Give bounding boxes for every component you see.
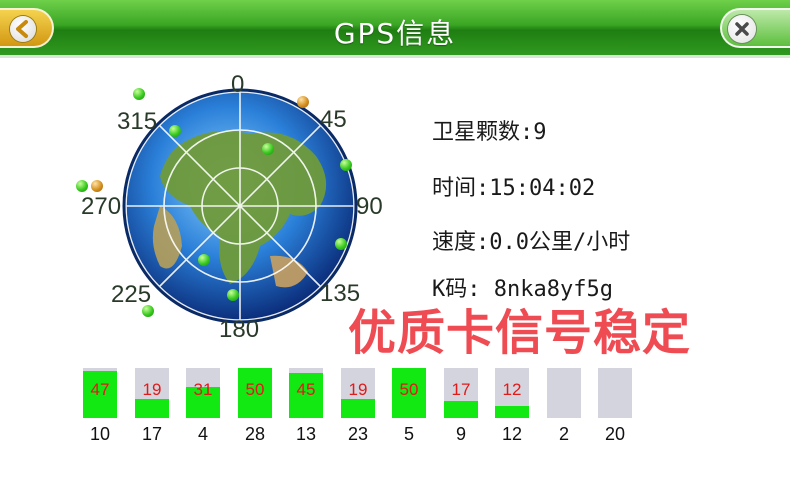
- watermark-text: 优质卡信号稳定: [348, 305, 692, 361]
- satellite-marker: [262, 143, 274, 155]
- satellite-id-label: 20: [604, 424, 626, 444]
- signal-bar-fill: [495, 406, 529, 418]
- compass-label-90: 90: [356, 193, 383, 220]
- signal-bar-value: 17: [451, 380, 471, 399]
- satellite-marker: [297, 96, 309, 108]
- signal-bar-20: [598, 368, 632, 418]
- satellite-marker: [227, 289, 239, 301]
- satellite-id-label: 12: [501, 424, 523, 444]
- gps-speed: 速度:0.0公里/小时: [432, 230, 631, 255]
- signal-bar-value: 50: [245, 380, 265, 399]
- satellite-id-label: 5: [403, 424, 414, 444]
- compass-label-0: 0: [231, 71, 245, 98]
- satellite-id-label: 28: [244, 424, 266, 444]
- satellite-marker: [198, 254, 210, 266]
- satellite-marker: [169, 125, 181, 137]
- signal-bar-value: 19: [142, 380, 162, 399]
- signal-bar-value: 19: [348, 380, 368, 399]
- signal-bar-2: [547, 368, 581, 418]
- satellite-count: 卫星颗数:9: [432, 120, 547, 145]
- page-title: GPS信息: [333, 17, 457, 50]
- signal-bar-23: 19: [341, 368, 375, 418]
- signal-bar-value: 31: [193, 380, 213, 399]
- signal-bar-fill: [444, 401, 478, 418]
- satellite-id-label: 13: [295, 424, 317, 444]
- signal-bar-4: 31: [186, 368, 220, 418]
- signal-bar-17: 19: [135, 368, 169, 418]
- satellite-marker: [340, 159, 352, 171]
- title-bar: GPS信息: [0, 0, 790, 58]
- compass-label-45: 45: [320, 106, 347, 133]
- signal-bar-13: 45: [289, 368, 323, 418]
- satellite-marker: [91, 180, 103, 192]
- satellite-id-label: 4: [197, 424, 208, 444]
- signal-bar-value: 47: [90, 380, 110, 399]
- compass-label-225: 225: [111, 281, 152, 308]
- signal-bar-value: 50: [399, 380, 419, 399]
- satellite-id-label: 17: [141, 424, 163, 444]
- signal-bar-10: 47: [83, 368, 117, 418]
- satellite-id-label: 10: [89, 424, 111, 444]
- signal-bar-fill: [135, 399, 169, 418]
- satellite-id-label: 23: [347, 424, 369, 444]
- signal-bar-28: 50: [238, 368, 272, 418]
- compass-label-270: 270: [81, 193, 122, 220]
- compass-label-180: 180: [219, 316, 260, 343]
- satellite-marker: [133, 88, 145, 100]
- signal-bar-12: 12: [495, 368, 529, 418]
- signal-bar-value: 12: [502, 380, 522, 399]
- signal-bar-value: 45: [296, 380, 316, 399]
- close-button[interactable]: [720, 8, 790, 48]
- satellite-marker: [76, 180, 88, 192]
- signal-bar-9: 17: [444, 368, 478, 418]
- satellite-id-label: 2: [558, 424, 569, 444]
- signal-bar-fill: [341, 399, 375, 418]
- signal-bar-5: 50: [392, 368, 426, 418]
- satellite-marker: [335, 238, 347, 250]
- close-x-icon: [728, 15, 756, 43]
- compass-label-315: 315: [117, 108, 158, 135]
- gps-time: 时间:15:04:02: [432, 176, 596, 201]
- satellite-marker: [142, 305, 154, 317]
- satellite-id-label: 9: [455, 424, 466, 444]
